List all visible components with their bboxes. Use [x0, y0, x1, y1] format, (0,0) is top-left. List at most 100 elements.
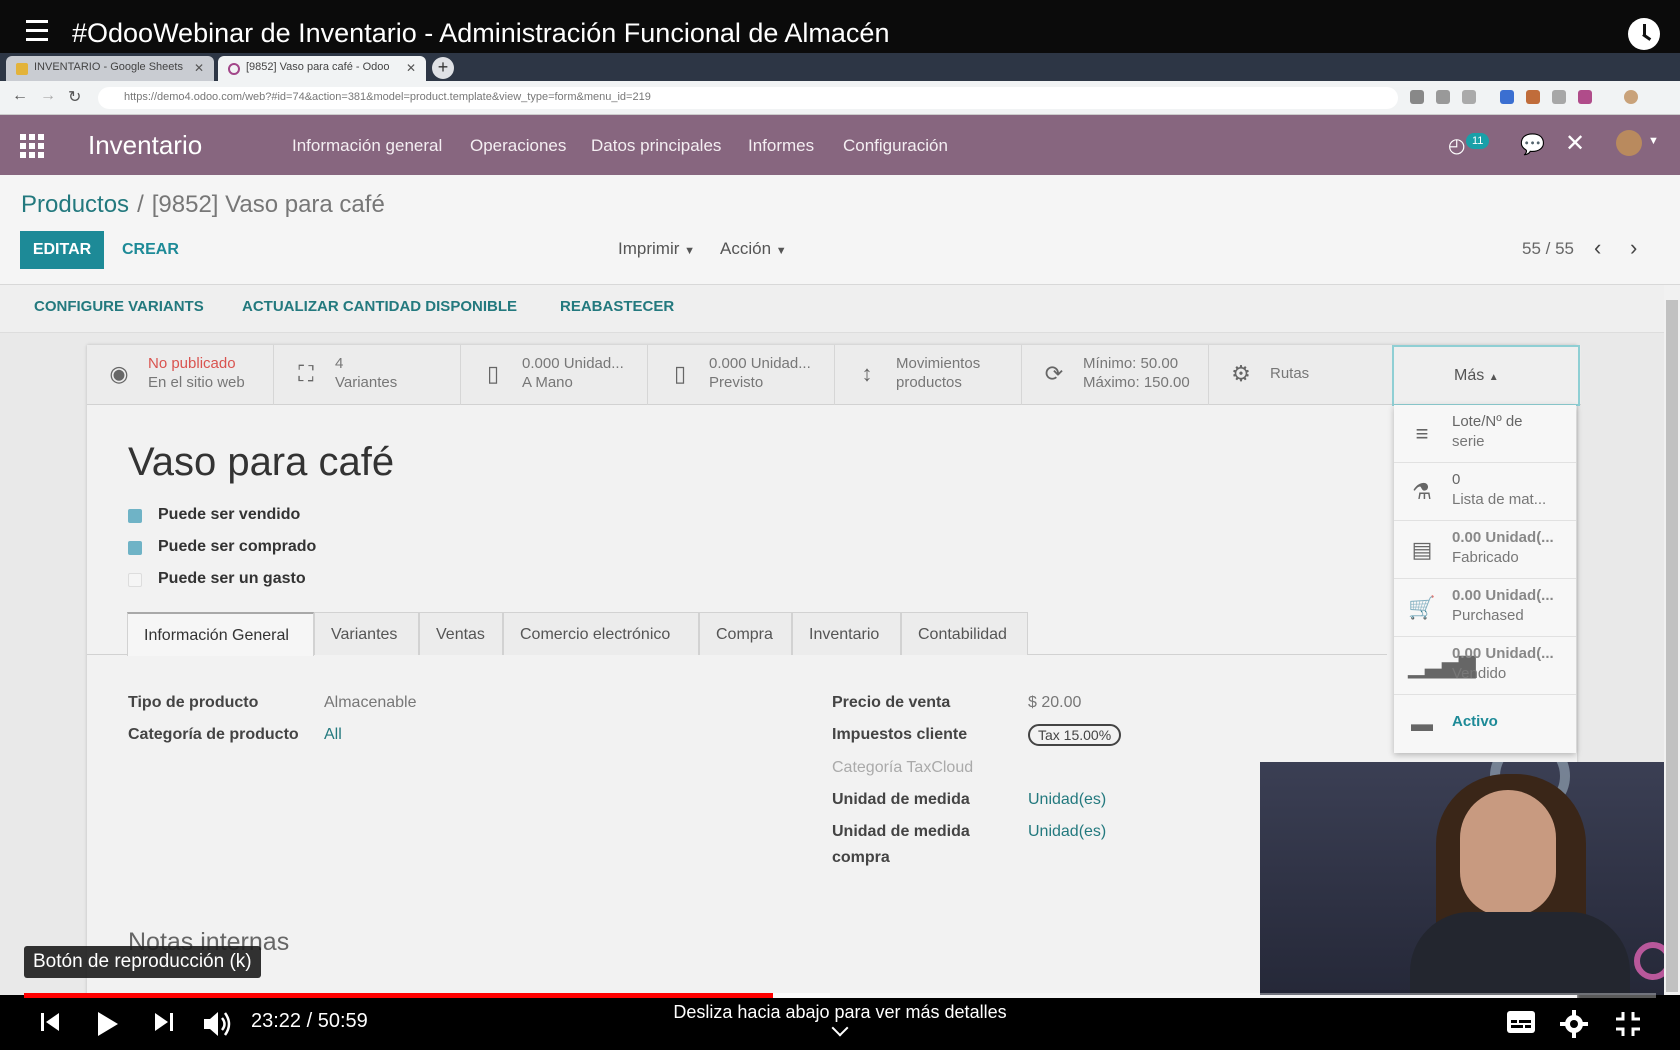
extension-icon[interactable] — [1526, 90, 1540, 104]
tab-inventario[interactable]: Inventario — [792, 612, 901, 655]
browser-tab-sheets[interactable]: INVENTARIO - Google Sheets ✕ — [6, 56, 214, 81]
next-icon[interactable] — [152, 1010, 176, 1034]
caret-down-icon: ▼ — [775, 245, 787, 257]
list-alt-icon: ▤ — [1411, 537, 1433, 562]
smart-button-variants[interactable]: ⛶ 4 Variantes — [274, 345, 461, 405]
dropdown-item-bom[interactable]: ⚗ 0 Lista de mat... — [1394, 463, 1576, 521]
smart-button-line1: No publicado — [148, 355, 236, 372]
zoom-icon[interactable] — [1436, 90, 1450, 104]
smart-button-website[interactable]: ◉ No publicado En el sitio web — [87, 345, 274, 405]
reload-icon[interactable]: ↻ — [68, 87, 81, 107]
replenish-button[interactable]: REABASTECER — [560, 298, 674, 315]
can-be-purchased-label: Puede ser comprado — [158, 538, 317, 555]
pager-previous-icon[interactable]: ‹ — [1594, 235, 1601, 261]
dropdown-item-manufactured[interactable]: ▤ 0.00 Unidad(... Fabricado — [1394, 521, 1576, 579]
pager-value[interactable]: 55 / 55 — [1522, 239, 1574, 259]
can-be-expensed-checkbox[interactable] — [128, 573, 142, 587]
browser-tab-label: [9852] Vaso para café - Odoo — [246, 61, 390, 73]
menu-operaciones[interactable]: Operaciones — [470, 136, 566, 156]
product-category-link[interactable]: All — [324, 726, 342, 744]
close-tab-icon[interactable]: ✕ — [406, 61, 416, 75]
print-dropdown[interactable]: Imprimir ▼ — [618, 239, 695, 259]
can-be-sold-checkbox[interactable] — [128, 509, 142, 523]
activity-clock-icon[interactable]: ◴ — [1448, 133, 1465, 158]
scrollbar-thumb[interactable] — [1666, 300, 1678, 992]
smart-button-moves[interactable]: ↕ Movimientos productos — [835, 345, 1022, 405]
edit-button[interactable]: EDITAR — [20, 231, 104, 269]
close-tab-icon[interactable]: ✕ — [194, 61, 204, 75]
extension-icon[interactable] — [1552, 90, 1566, 104]
more-smart-buttons-toggle[interactable]: Más ▲ — [1392, 345, 1580, 406]
smart-button-routes[interactable]: ⚙ Rutas — [1209, 345, 1392, 405]
chevron-down-icon[interactable]: ▼ — [1648, 135, 1659, 147]
tab-informacion-general[interactable]: Información General — [127, 612, 314, 656]
customer-tax-tag[interactable]: Tax 15.00% — [1028, 724, 1122, 746]
tab-variantes[interactable]: Variantes — [314, 612, 419, 655]
purchase-uom-link[interactable]: Unidad(es) — [1028, 823, 1106, 841]
user-avatar[interactable] — [1616, 130, 1642, 156]
smart-button-on-hand[interactable]: ▯ 0.000 Unidad... A Mano — [461, 345, 648, 405]
menu-informes[interactable]: Informes — [748, 136, 814, 156]
pager-next-icon[interactable]: › — [1630, 235, 1637, 261]
tab-ventas[interactable]: Ventas — [419, 612, 503, 655]
extension-icon[interactable] — [1578, 90, 1592, 104]
sale-price-label: Precio de venta — [832, 694, 951, 711]
forward-arrow-icon[interactable]: → — [40, 87, 56, 105]
video-title-bar: #OdooWebinar de Inventario - Administrac… — [0, 0, 1680, 53]
profile-avatar-icon[interactable] — [1624, 90, 1638, 104]
can-be-sold-label: Puede ser vendido — [158, 506, 301, 523]
sheets-favicon-icon — [16, 63, 28, 75]
extension-icon[interactable] — [1500, 90, 1514, 104]
uom-link[interactable]: Unidad(es) — [1028, 791, 1106, 809]
close-x-icon[interactable]: ✕ — [1565, 129, 1585, 158]
watch-later-clock-icon[interactable] — [1628, 18, 1660, 50]
subtitles-icon[interactable] — [1506, 1010, 1536, 1034]
breadcrumb-productos-link[interactable]: Productos — [21, 191, 129, 218]
create-button[interactable]: CREAR — [122, 241, 179, 259]
browser-tab-odoo[interactable]: [9852] Vaso para café - Odoo ✕ — [218, 56, 426, 81]
star-icon[interactable] — [1462, 90, 1476, 104]
url-field[interactable]: https://demo4.odoo.com/web?#id=74&action… — [98, 87, 1398, 109]
update-quantity-button[interactable]: ACTUALIZAR CANTIDAD DISPONIBLE — [242, 298, 517, 315]
playlist-menu-icon[interactable] — [26, 20, 52, 42]
dropdown-line1: Lote/Nº de — [1452, 413, 1523, 430]
taxcloud-category-label: Categoría TaxCloud — [832, 759, 974, 776]
dropdown-line1: 0.00 Unidad(... — [1452, 529, 1554, 546]
apps-grid-icon[interactable] — [20, 134, 44, 158]
dropdown-item-active[interactable]: ▬ Activo — [1394, 695, 1576, 753]
translate-icon[interactable] — [1410, 90, 1424, 104]
play-icon[interactable] — [94, 1010, 120, 1038]
dropdown-item-purchased[interactable]: 🛒 0.00 Unidad(... Purchased — [1394, 579, 1576, 637]
smart-button-line1: 0.000 Unidad... — [709, 355, 811, 372]
previous-icon[interactable] — [38, 1010, 62, 1034]
exit-fullscreen-icon[interactable] — [1614, 1010, 1642, 1038]
chat-bubbles-icon[interactable]: 💬 — [1520, 132, 1545, 157]
building-icon: ▯ — [486, 361, 500, 386]
smart-button-line1: Movimientos — [896, 355, 981, 372]
new-tab-plus-icon[interactable]: + — [432, 57, 454, 79]
tab-compra[interactable]: Compra — [699, 612, 792, 655]
settings-gear-icon[interactable] — [1560, 1010, 1588, 1038]
tab-contabilidad[interactable]: Contabilidad — [901, 612, 1028, 655]
back-arrow-icon[interactable]: ← — [12, 87, 28, 105]
dropdown-item-lots[interactable]: ≡ Lote/Nº de serie — [1394, 405, 1576, 463]
signal-icon: ▁▃▅▇ — [1408, 653, 1476, 678]
configure-variants-button[interactable]: CONFIGURE VARIANTS — [34, 298, 204, 315]
app-name[interactable]: Inventario — [88, 130, 202, 161]
dropdown-line1: 0.00 Unidad(... — [1452, 645, 1554, 662]
smart-button-forecast[interactable]: ▯ 0.000 Unidad... Previsto — [648, 345, 835, 405]
can-be-purchased-checkbox[interactable] — [128, 541, 142, 555]
menu-configuracion[interactable]: Configuración — [843, 136, 948, 156]
volume-icon[interactable] — [202, 1010, 232, 1038]
action-label: Acción — [720, 239, 772, 258]
dropdown-item-sold[interactable]: ▁▃▅▇ 0.00 Unidad(... Vendido — [1394, 637, 1576, 695]
menu-datos-principales[interactable]: Datos principales — [591, 136, 721, 156]
menu-informacion-general[interactable]: Información general — [292, 136, 442, 156]
smart-button-reordering[interactable]: ⟳ Mínimo: 50.00 Máximo: 150.00 — [1022, 345, 1209, 405]
sitemap-icon: ⛶ — [298, 361, 314, 386]
video-title[interactable]: #OdooWebinar de Inventario - Administrac… — [72, 18, 889, 49]
tab-comercio-electronico[interactable]: Comercio electrónico — [503, 612, 699, 655]
smart-button-line1: Rutas — [1270, 365, 1310, 382]
purchase-uom-label: Unidad de medida — [832, 823, 970, 840]
action-dropdown[interactable]: Acción ▼ — [720, 239, 787, 259]
